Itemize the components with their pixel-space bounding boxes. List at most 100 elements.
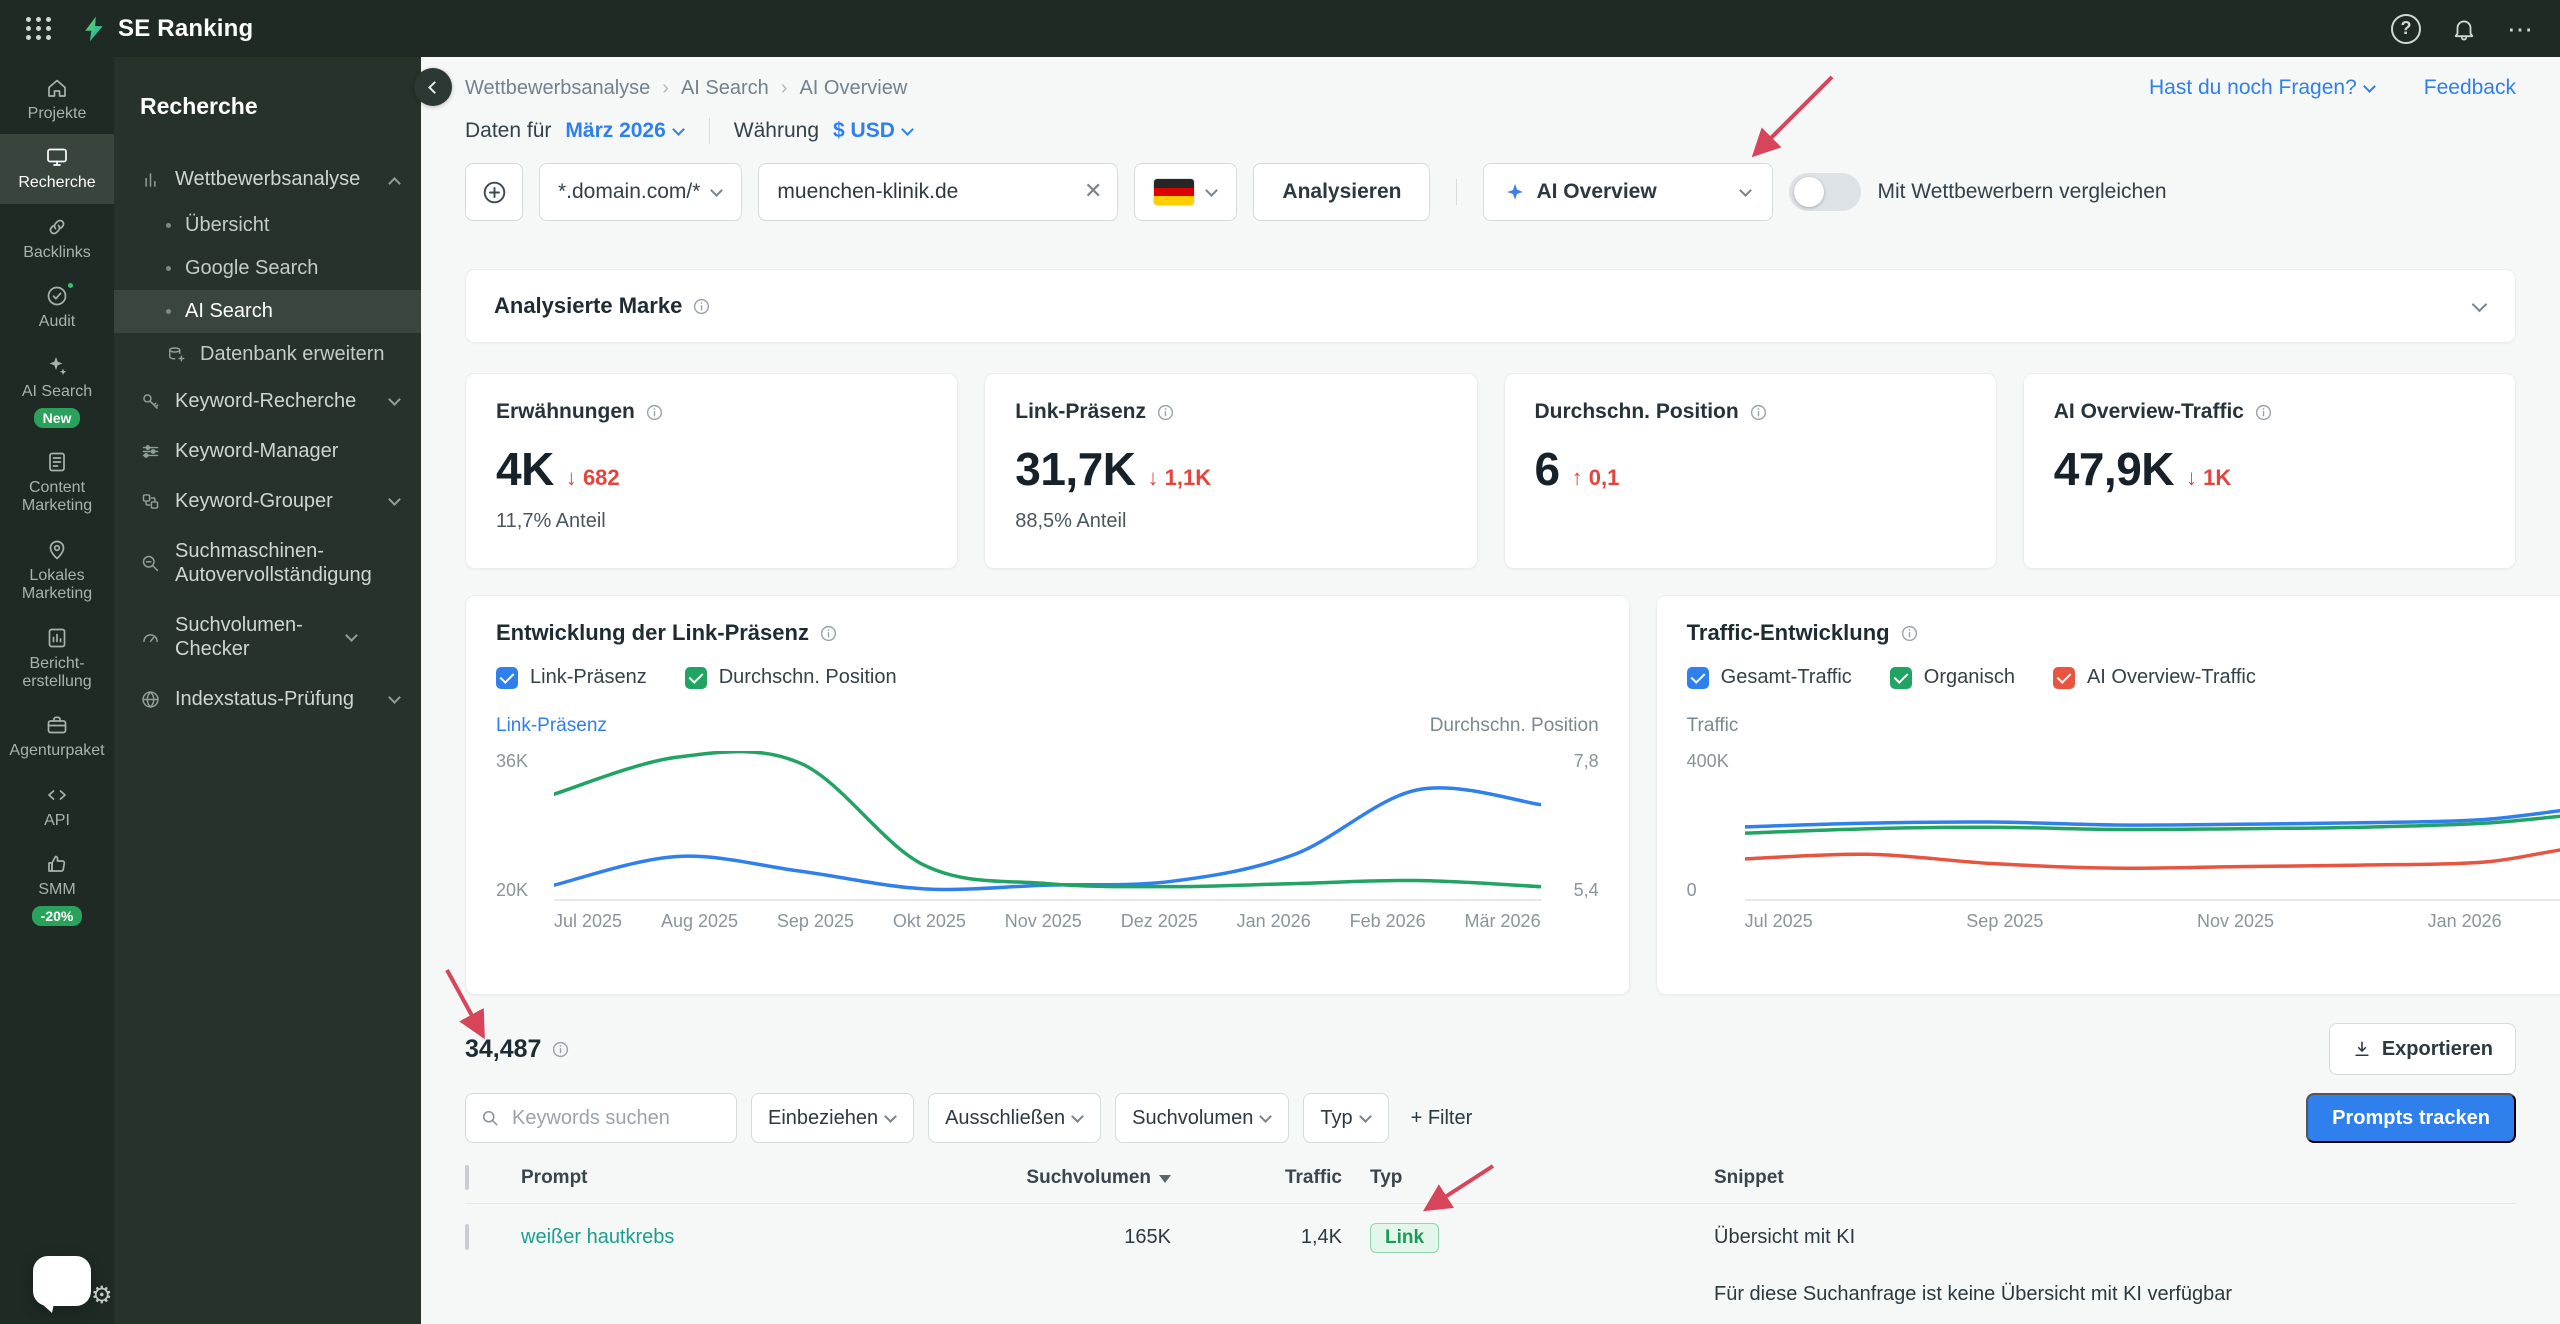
sidebar-item-wettbewerbsanalyse[interactable]: Wettbewerbsanalyse — [114, 154, 421, 204]
sort-descending-icon — [1159, 1175, 1171, 1183]
checkbox-checked[interactable] — [496, 666, 518, 689]
more-menu-icon[interactable]: ⋯ — [2507, 16, 2534, 42]
sidebar-item-ai-search[interactable]: AI Search — [114, 290, 421, 333]
chevron-up-icon — [382, 168, 401, 191]
group-icon — [140, 491, 161, 512]
projects-icon — [45, 76, 69, 100]
briefcase-icon — [45, 713, 69, 737]
domain-scope-select[interactable]: *.domain.com/* — [539, 163, 743, 221]
sidebar-item-suchvolumen-checker[interactable]: Suchvolumen-Checker — [114, 600, 421, 674]
rail-item-agenturpaket[interactable]: Agenturpaket — [0, 702, 114, 771]
add-filter-button[interactable]: + Filter — [1403, 1107, 1481, 1130]
topbar: SE Ranking ? ⋯ — [0, 0, 2560, 57]
notifications-bell-icon[interactable] — [2451, 16, 2477, 42]
chat-bubble-button[interactable] — [33, 1256, 91, 1313]
export-button[interactable]: Exportieren — [2328, 1023, 2516, 1075]
snippet-title: Übersicht mit KI — [1714, 1226, 1856, 1248]
rail-item-smm[interactable]: SMM -20% — [0, 841, 114, 937]
checkbox-checked[interactable] — [684, 666, 707, 689]
sidebar-collapse-button[interactable] — [414, 68, 452, 106]
brand-logo[interactable]: SE Ranking — [80, 15, 253, 43]
gear-icon[interactable]: ⚙ — [91, 1281, 113, 1310]
line-chart — [1744, 751, 2560, 901]
sidebar-item-autovervollstaendigung[interactable]: Suchmaschinen-Autovervollständigung — [114, 526, 421, 600]
stat-delta: ↑ 0,1 — [1571, 465, 1620, 490]
link-icon — [45, 215, 69, 239]
rail-item-api[interactable]: API — [0, 772, 114, 841]
keyword-search-input[interactable] — [510, 1105, 722, 1131]
currency-select[interactable]: $ USD — [833, 119, 914, 143]
type-filter[interactable]: Typ — [1303, 1093, 1389, 1143]
header-suchvolumen[interactable]: Suchvolumen — [951, 1163, 1171, 1189]
sidebar-item-uebersicht[interactable]: Übersicht — [114, 204, 421, 247]
date-select[interactable]: März 2026 — [565, 119, 685, 143]
breadcrumb-separator: › — [662, 76, 669, 99]
sidebar-item-datenbank-erweitern[interactable]: Datenbank erweitern — [114, 333, 421, 376]
rail-item-recherche[interactable]: Recherche — [0, 134, 114, 204]
legend-ai-overview-traffic[interactable]: AI Overview-Traffic — [2052, 666, 2256, 689]
info-icon[interactable] — [819, 624, 838, 643]
country-select[interactable] — [1134, 163, 1238, 221]
rail-item-audit[interactable]: Audit — [0, 273, 114, 342]
sidebar-item-keyword-grouper[interactable]: Keyword-Grouper — [114, 476, 421, 526]
keyword-search-box[interactable] — [465, 1093, 737, 1143]
stat-value: 4K — [496, 443, 554, 495]
rail-item-berichterstellung[interactable]: Bericht-erstellung — [0, 615, 114, 703]
legend-organisch[interactable]: Organisch — [1889, 666, 2015, 689]
rail-item-ai-search[interactable]: AI Search New — [0, 343, 114, 439]
checkbox-checked[interactable] — [1686, 666, 1709, 689]
info-icon[interactable] — [551, 1040, 570, 1059]
checkbox-checked[interactable] — [2052, 666, 2075, 689]
line-chart — [554, 751, 1541, 901]
domain-input[interactable] — [758, 163, 1119, 221]
info-icon[interactable] — [1900, 624, 1919, 643]
x-axis-labels: Jul 2025 Aug 2025 Sep 2025 Okt 2025 Nov 20… — [554, 911, 1541, 931]
rail-item-content-marketing[interactable]: Content Marketing — [0, 439, 114, 527]
exclude-filter[interactable]: Ausschließen — [928, 1093, 1102, 1143]
sidebar-item-keyword-recherche[interactable]: Keyword-Recherche — [114, 376, 421, 426]
apps-grid-icon[interactable] — [26, 17, 52, 40]
brand-name: SE Ranking — [118, 14, 254, 42]
chat-launcher: ⚙ — [33, 1256, 113, 1313]
stat-card-ai-overview-traffic: AI Overview-Traffic 47,9K ↓ 1K — [2022, 373, 2516, 569]
select-all-checkbox[interactable] — [465, 1165, 469, 1190]
mode-select[interactable]: AI Overview — [1483, 163, 1774, 221]
globe-icon — [140, 689, 161, 710]
compare-toggle[interactable] — [1789, 173, 1862, 211]
breadcrumb-item-wettbewerbsanalyse[interactable]: Wettbewerbsanalyse — [465, 77, 650, 100]
info-icon[interactable] — [645, 403, 664, 422]
sparkle-icon — [1507, 183, 1524, 200]
include-filter[interactable]: Einbeziehen — [751, 1093, 915, 1143]
rail-item-projekte[interactable]: Projekte — [0, 65, 114, 134]
download-icon — [2355, 1041, 2369, 1057]
help-icon[interactable]: ? — [2391, 13, 2421, 44]
checkbox-checked[interactable] — [1889, 666, 1912, 689]
rail-item-backlinks[interactable]: Backlinks — [0, 204, 114, 273]
app: SE Ranking ? ⋯ Projekte Recherche Backli… — [0, 0, 2560, 1324]
breadcrumb-item-ai-search[interactable]: AI Search — [681, 77, 769, 100]
row-checkbox[interactable] — [465, 1224, 469, 1250]
link-presence-chart-card: Entwicklung der Link-Präsenz Link-Präsen… — [465, 595, 1630, 995]
analyze-button[interactable]: Analysieren — [1253, 163, 1431, 221]
info-icon[interactable] — [2254, 403, 2273, 422]
prompt-link[interactable]: weißer hautkrebs — [521, 1226, 674, 1248]
sidebar-item-google-search[interactable]: Google Search — [114, 247, 421, 290]
info-icon[interactable] — [692, 297, 711, 316]
analyzed-brand-panel[interactable]: Analysierte Marke — [465, 269, 2516, 343]
stat-delta: ↓ 682 — [565, 465, 620, 490]
info-icon[interactable] — [1156, 403, 1175, 422]
rail-item-lokales-marketing[interactable]: Lokales Marketing — [0, 527, 114, 615]
track-prompts-button[interactable]: Prompts tracken — [2306, 1093, 2516, 1143]
info-icon[interactable] — [1749, 403, 1768, 422]
clear-input-icon[interactable]: ✕ — [1084, 178, 1102, 204]
add-project-button[interactable] — [465, 163, 523, 221]
sidebar-item-keyword-manager[interactable]: Keyword-Manager — [114, 426, 421, 476]
questions-dropdown[interactable]: Hast du noch Fragen? — [2149, 76, 2376, 100]
legend-position[interactable]: Durchschn. Position — [684, 666, 897, 689]
volume-filter[interactable]: Suchvolumen — [1115, 1093, 1290, 1143]
header-typ: Typ — [1370, 1167, 1403, 1188]
legend-link-praesenz[interactable]: Link-Präsenz — [496, 666, 647, 689]
sidebar-item-indexstatus[interactable]: Indexstatus-Prüfung — [114, 674, 421, 724]
legend-gesamt-traffic[interactable]: Gesamt-Traffic — [1686, 666, 1852, 689]
feedback-link[interactable]: Feedback — [2424, 76, 2516, 100]
